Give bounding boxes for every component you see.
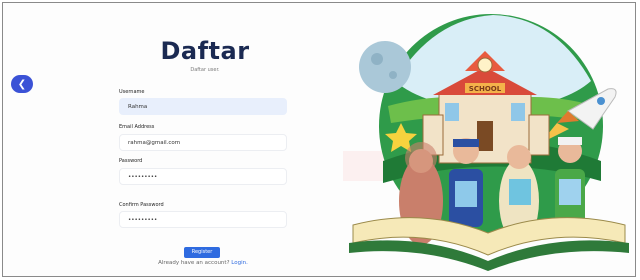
page-subtitle: Daftar user. bbox=[190, 67, 220, 73]
email-field[interactable]: rahma@gmail.com bbox=[119, 134, 287, 151]
register-button[interactable]: Register bbox=[184, 247, 220, 258]
confirm-password-field[interactable]: ••••••••• bbox=[119, 211, 287, 228]
school-sign: SCHOOL bbox=[469, 85, 502, 93]
password-field[interactable]: ••••••••• bbox=[119, 168, 287, 185]
confirm-password-label: Confirm Password bbox=[119, 202, 164, 208]
moon-shape bbox=[359, 41, 411, 93]
page-title: Daftar bbox=[160, 37, 250, 65]
login-link[interactable]: Login. bbox=[231, 260, 248, 266]
back-button[interactable]: ❮ bbox=[11, 75, 33, 93]
chevron-left-icon: ❮ bbox=[17, 78, 27, 90]
login-prompt-text: Already have an account? bbox=[158, 260, 230, 266]
username-field[interactable]: Rahma bbox=[119, 98, 287, 115]
email-label: Email Address bbox=[119, 124, 155, 130]
app-window: ❮ Daftar Daftar user. Username Rahma Ema… bbox=[2, 2, 636, 277]
school-illustration: SCHOOL bbox=[343, 14, 629, 271]
login-prompt: Already have an account? Login. bbox=[143, 260, 263, 266]
password-label: Password bbox=[119, 158, 143, 164]
username-label: Username bbox=[119, 89, 145, 95]
